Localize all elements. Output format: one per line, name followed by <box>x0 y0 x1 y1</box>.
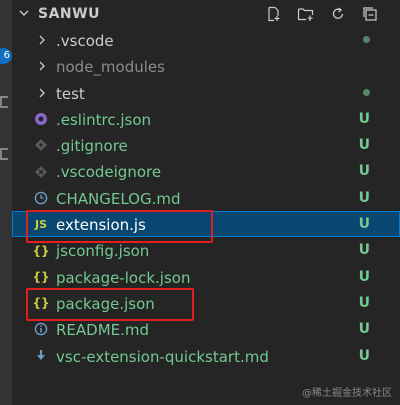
tree-item-label: extension.js <box>56 216 146 235</box>
new-file-icon[interactable] <box>262 3 286 25</box>
tree-item-label: package-lock.json <box>56 268 191 287</box>
tree-item-label: .vscode <box>56 32 114 50</box>
workspace-title: SANWU <box>38 6 100 22</box>
tree-item-label: package.json <box>56 294 155 313</box>
explorer-header[interactable]: SANWU <box>12 0 400 28</box>
tree-item-label: CHANGELOG.md <box>56 189 181 208</box>
tree-item-node-modules-folder[interactable]: node_modules <box>12 53 400 79</box>
tree-item-label: test <box>56 84 85 103</box>
refresh-icon[interactable] <box>326 3 350 25</box>
untracked-badge: U <box>358 163 370 180</box>
chevron-down-icon[interactable] <box>18 7 30 19</box>
chevron-right-icon[interactable] <box>36 80 48 106</box>
tree-item-label: jsconfig.json <box>56 242 150 261</box>
tree-item-readme[interactable]: README.md U <box>12 316 400 342</box>
tree-item-test-folder[interactable]: test <box>12 80 400 106</box>
untracked-badge: U <box>358 294 370 311</box>
tree-item-label: vsc-extension-quickstart.md <box>56 347 269 366</box>
new-folder-icon[interactable] <box>294 3 318 25</box>
git-icon <box>32 132 50 158</box>
collapse-all-icon[interactable] <box>358 3 382 25</box>
untracked-badge: U <box>358 137 370 154</box>
json-icon: {} <box>32 296 50 311</box>
chevron-right-icon[interactable] <box>36 53 48 79</box>
watermark: @稀土掘金技术社区 <box>302 388 392 399</box>
untracked-badge: U <box>358 216 370 233</box>
tree-item-vscodeignore[interactable]: .vscodeignore U <box>12 158 400 184</box>
tree-item-label: README.md <box>56 321 150 340</box>
untracked-badge: U <box>358 268 370 285</box>
tree-item-vscode-folder[interactable]: .vscode <box>12 27 400 53</box>
tree-item-gitignore[interactable]: .gitignore U <box>12 132 400 158</box>
javascript-icon: JS <box>34 217 47 231</box>
json-icon: {} <box>32 243 50 258</box>
vscodeignore-icon <box>32 159 50 185</box>
eslint-icon <box>32 106 50 132</box>
tree-item-label: .eslintrc.json <box>56 110 152 129</box>
untracked-badge: U <box>358 189 370 206</box>
tree-item-quickstart[interactable]: vsc-extension-quickstart.md U <box>12 343 400 369</box>
tree-item-package-json[interactable]: {} package.json U <box>12 290 400 316</box>
untracked-badge: U <box>358 321 370 338</box>
search-icon[interactable] <box>0 96 8 108</box>
explorer-actions <box>262 3 382 25</box>
tree-item-jsconfig[interactable]: {} jsconfig.json U <box>12 237 400 263</box>
tree-item-label: node_modules <box>56 58 165 77</box>
info-icon <box>32 316 50 342</box>
activity-badge: 6 <box>0 48 12 64</box>
tree-item-package-lock[interactable]: {} package-lock.json U <box>12 264 400 290</box>
clock-icon <box>32 185 50 211</box>
untracked-badge: U <box>358 242 370 259</box>
tree-item-label: .gitignore <box>56 137 128 156</box>
modified-dot-icon <box>363 36 370 43</box>
tree-item-extension-js[interactable]: JS extension.js U <box>12 211 400 238</box>
modified-dot-icon <box>363 88 370 96</box>
extensions-icon[interactable] <box>0 148 8 160</box>
chevron-right-icon[interactable] <box>36 27 48 53</box>
untracked-badge: U <box>358 347 370 364</box>
untracked-badge: U <box>358 110 370 127</box>
json-icon: {} <box>32 269 50 284</box>
tree-item-eslintrc[interactable]: .eslintrc.json U <box>12 106 400 132</box>
activity-bar: 6 <box>0 0 12 405</box>
tree-item-changelog[interactable]: CHANGELOG.md U <box>12 185 400 211</box>
explorer-panel: SANWU .vscode node_modules test .eslintr… <box>12 0 400 405</box>
tree-item-label: .vscodeignore <box>56 163 162 182</box>
file-tree: .vscode node_modules test .eslintrc.json… <box>12 27 400 369</box>
download-icon <box>32 343 50 369</box>
